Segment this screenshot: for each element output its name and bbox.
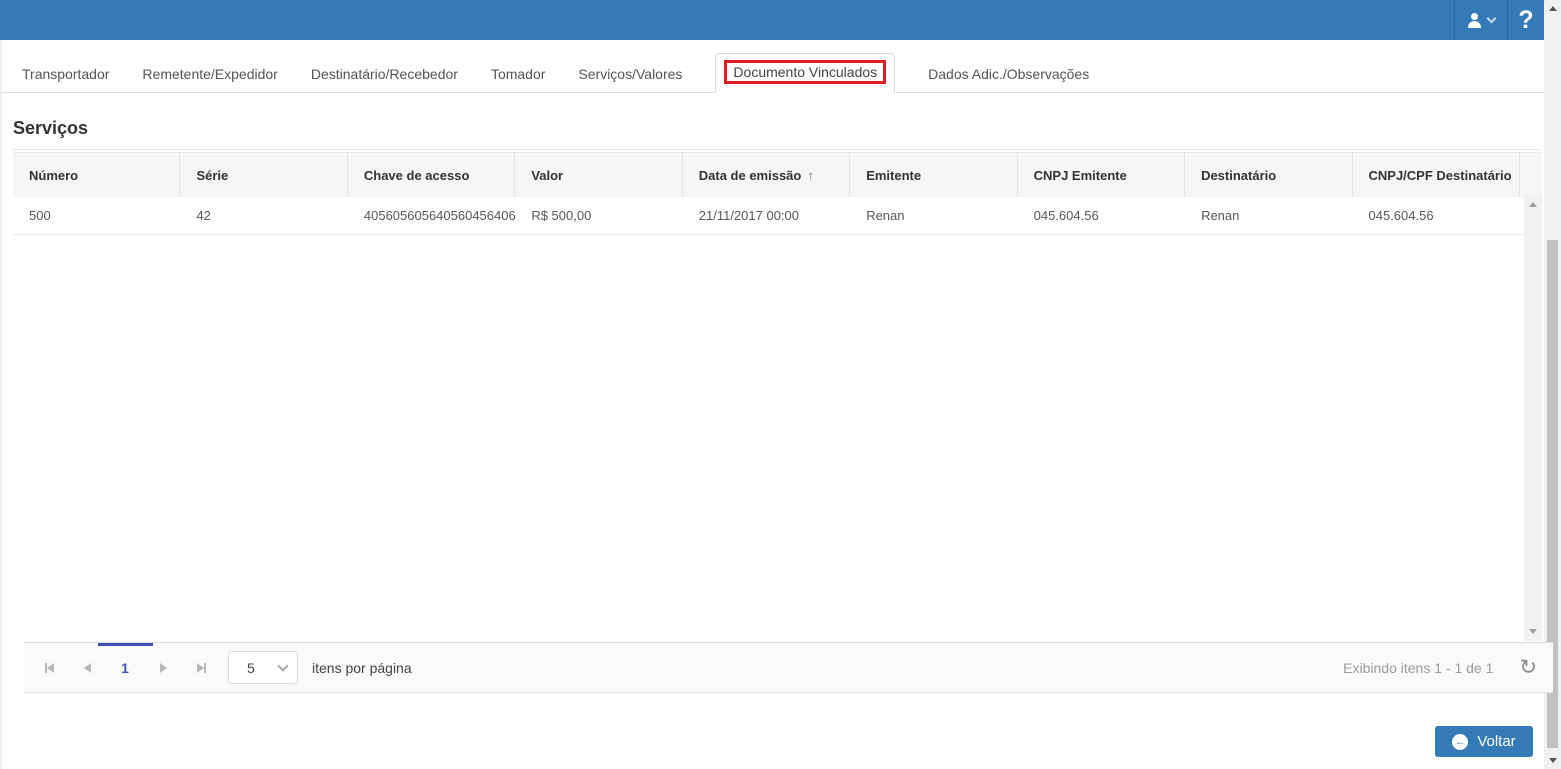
column-header-destinatario[interactable]: Destinatário [1185,153,1353,197]
cell-valor: R$ 500,00 [531,208,592,223]
services-grid: Número Série Chave de acesso Valor Data … [13,152,1553,693]
page-size-label: itens por página [312,659,412,676]
column-header-numero[interactable]: Número [13,153,181,197]
cell-serie: 42 [196,208,211,223]
tab-documento-vinculados-label: Documento Vinculados [733,64,878,80]
selected-page-indicator [98,643,153,646]
next-page-icon [159,662,167,673]
help-button[interactable]: ? [1507,0,1544,40]
table-scrollbar[interactable] [1524,195,1542,641]
column-header-label: Data de emissão [698,167,802,183]
page-size-value: 5 [247,659,255,676]
last-page-icon [196,662,204,673]
tab-servicos-valores[interactable]: Serviços/Valores [578,56,682,92]
page-size-dropdown[interactable]: 5 [228,651,298,684]
next-page-button[interactable] [144,649,182,687]
back-button[interactable]: ← Voltar [1435,726,1533,757]
pager-bar: 1 5 itens por página Exibindo itens 1 - … [24,642,1553,693]
grid-header: Número Série Chave de acesso Valor Data … [13,152,1542,197]
page-number-button[interactable]: 1 [106,649,144,687]
section-divider [13,149,1540,150]
tab-dados-adic-observacoes[interactable]: Dados Adic./Observações [928,56,1089,92]
tab-documento-vinculados[interactable]: Documento Vinculados [715,53,896,93]
top-bar: ? [0,0,1544,40]
sort-ascending-icon: ↑ [807,167,814,183]
back-arrow-icon: ← [1452,733,1469,750]
tab-transportador[interactable]: Transportador [22,56,109,92]
cell-chave-de-acesso: 40560560564056045640650... [363,208,516,223]
chevron-down-icon [277,659,289,672]
table-row[interactable]: 500 42 40560560564056045640650... R$ 500… [13,197,1542,235]
column-header-serie[interactable]: Série [180,153,348,197]
tab-destinatario-recebedor[interactable]: Destinatário/Recebedor [311,56,458,92]
annotation-highlight-box: Documento Vinculados [724,60,887,84]
chevron-down-icon [1486,13,1497,24]
column-header-cnpj-emitente[interactable]: CNPJ Emitente [1018,153,1186,197]
column-header-data-de-emissao[interactable]: Data de emissão ↑ [683,153,851,197]
tab-tomador[interactable]: Tomador [491,56,545,92]
cell-destinatario: Renan [1201,208,1240,223]
user-menu-button[interactable] [1454,0,1507,40]
scroll-down-icon[interactable] [1544,752,1561,769]
grid-empty-area [13,235,1542,642]
cell-emitente: Renan [866,208,905,223]
first-page-button[interactable] [30,649,68,687]
column-header-cnpj-cpf-destinatario[interactable]: CNPJ/CPF Destinatário [1353,153,1520,197]
cell-data-de-emissao: 21/11/2017 00:00 [698,208,799,223]
grid-header-filler [1520,153,1542,197]
help-icon: ? [1518,5,1534,34]
back-button-label: Voltar [1477,733,1516,750]
refresh-icon[interactable]: ↻ [1519,657,1537,678]
items-range-status: Exibindo itens 1 - 1 de 1 [1343,659,1494,676]
last-page-button[interactable] [182,649,220,687]
cell-cnpj-emitente: 045.604.56 [1033,208,1099,223]
column-header-emitente[interactable]: Emitente [850,153,1018,197]
section-title: Serviços [13,118,89,138]
main-content: Transportador Remetente/Expedidor Destin… [0,40,1553,769]
tab-strip: Transportador Remetente/Expedidor Destin… [2,53,1544,93]
table-scroll-up-icon[interactable] [1529,202,1537,207]
column-header-chave-de-acesso[interactable]: Chave de acesso [348,153,516,197]
tab-remetente-expedidor[interactable]: Remetente/Expedidor [142,56,277,92]
current-page-number: 1 [121,659,129,676]
user-icon [1467,12,1481,28]
column-header-valor[interactable]: Valor [515,153,683,197]
table-scroll-down-icon[interactable] [1529,629,1537,634]
cell-cnpj-cpf-destinatario: 045.604.56 [1368,208,1434,223]
previous-page-button[interactable] [68,649,106,687]
first-page-icon [46,662,54,673]
previous-page-icon [83,662,91,673]
scroll-up-icon[interactable] [1544,0,1561,17]
cell-numero: 500 [29,208,51,223]
